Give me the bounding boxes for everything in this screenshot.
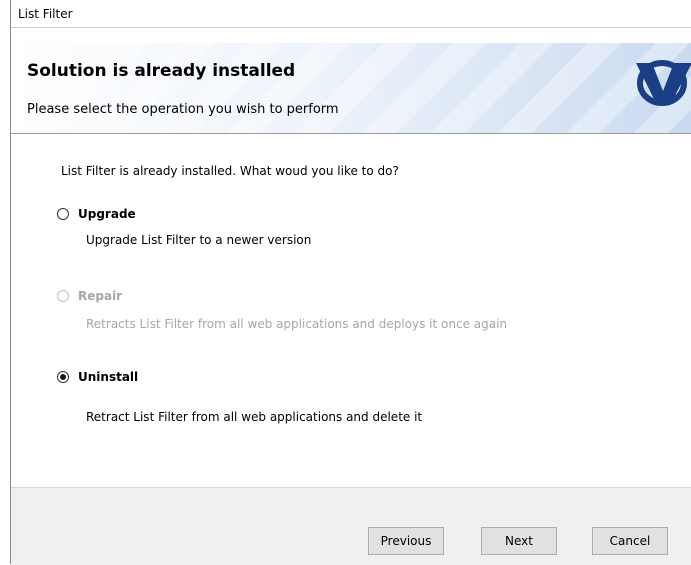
page-subtitle: Please select the operation you wish to … xyxy=(27,102,339,117)
uninstall-radio[interactable] xyxy=(57,371,69,383)
radio-selected-dot xyxy=(60,374,66,380)
option-upgrade[interactable]: Upgrade xyxy=(57,207,136,221)
cancel-button[interactable]: Cancel xyxy=(592,527,668,555)
uninstall-description: Retract List Filter from all web applica… xyxy=(86,410,423,424)
upgrade-radio[interactable] xyxy=(57,208,69,220)
upgrade-description: Upgrade List Filter to a newer version xyxy=(86,233,312,247)
installer-window: List Filter Solution is already installe… xyxy=(10,0,691,565)
window-title: List Filter xyxy=(18,6,73,21)
repair-radio xyxy=(57,290,69,302)
page-title: Solution is already installed xyxy=(27,61,296,81)
repair-label: Repair xyxy=(78,289,123,303)
option-repair: Repair xyxy=(57,289,122,303)
repair-description: Retracts List Filter from all web applic… xyxy=(86,317,508,331)
upgrade-label: Upgrade xyxy=(78,207,136,221)
uninstall-label: Uninstall xyxy=(78,370,139,384)
wizard-content: List Filter is already installed. What w… xyxy=(11,134,691,487)
previous-button[interactable]: Previous xyxy=(368,527,444,555)
question-text: List Filter is already installed. What w… xyxy=(61,164,399,178)
wizard-header: Solution is already installed Please sel… xyxy=(11,43,691,133)
title-bar: List Filter xyxy=(11,0,691,28)
brand-v-logo-icon xyxy=(636,60,691,106)
option-uninstall[interactable]: Uninstall xyxy=(57,370,138,384)
next-button[interactable]: Next xyxy=(481,527,557,555)
wizard-footer: Previous Next Cancel xyxy=(11,487,691,565)
